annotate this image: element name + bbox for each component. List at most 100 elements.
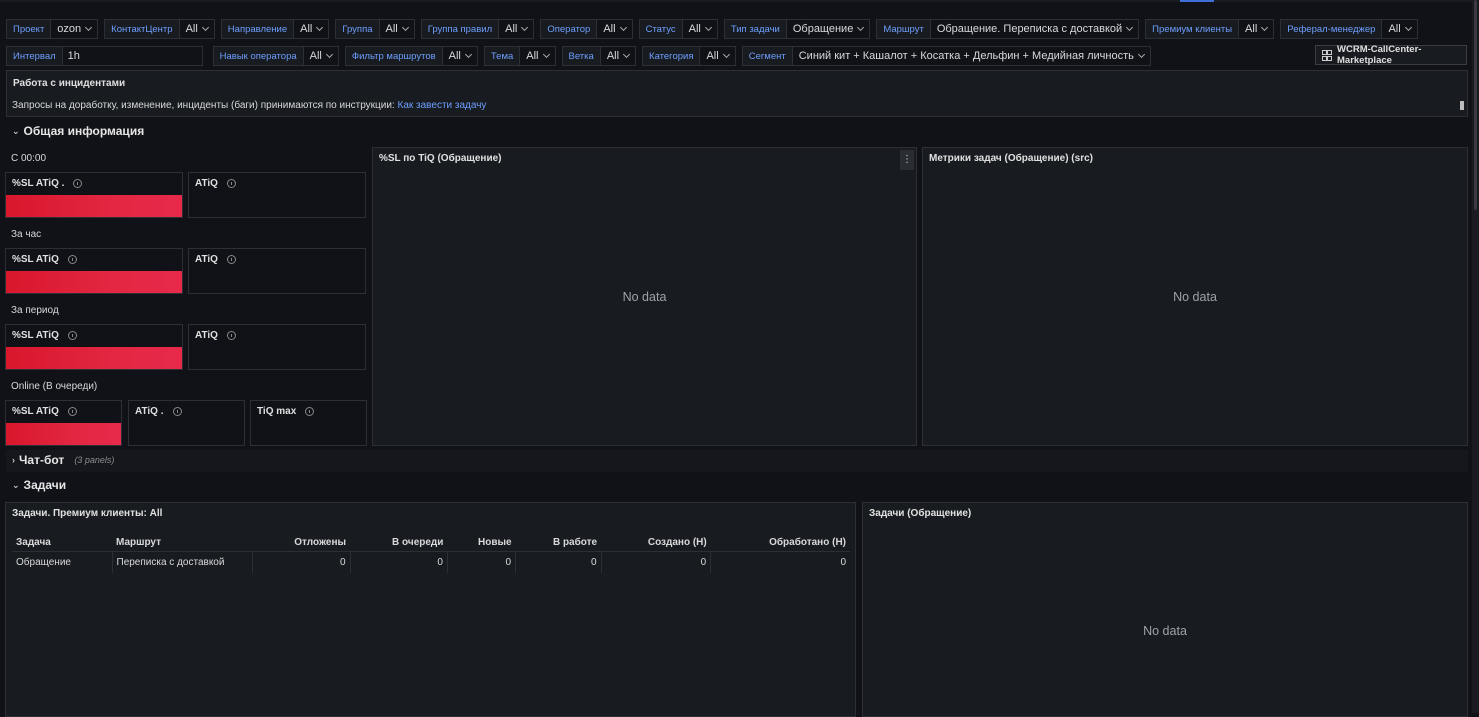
- info-text: Запросы на доработку, изменение, инциден…: [12, 100, 487, 111]
- var-operator-skill[interactable]: Навык оператора All: [212, 46, 339, 66]
- col-in-queue[interactable]: В очереди: [350, 533, 448, 552]
- stat-label-period: За период: [11, 305, 59, 316]
- stat-atiq-period: ATiQ: [188, 324, 366, 370]
- info-icon[interactable]: [67, 331, 77, 340]
- panel-tasks-chart: Задачи (Обращение) No data: [862, 502, 1468, 717]
- chevron-down-icon: [201, 23, 209, 32]
- section-chatbot-bar[interactable]: [6, 450, 1468, 472]
- info-icon[interactable]: [305, 407, 315, 416]
- var-premium-clients[interactable]: Премиум клиенты All: [1145, 19, 1275, 39]
- var-interval[interactable]: Интервал 1h: [6, 46, 203, 66]
- active-tab-indicator: [1180, 0, 1214, 2]
- stat-atiq-since: ATiQ: [188, 172, 366, 218]
- top-strip: [0, 0, 1479, 2]
- col-created[interactable]: Создано (Н): [601, 533, 711, 552]
- panel-scrollbar[interactable]: [1460, 101, 1464, 110]
- var-contact-center[interactable]: КонтактЦентр All: [104, 19, 215, 39]
- no-data-text: No data: [1143, 624, 1187, 638]
- col-in-progress[interactable]: В работе: [515, 533, 602, 552]
- info-icon[interactable]: [226, 331, 236, 340]
- section-chatbot[interactable]: › Чат-бот (3 panels): [12, 453, 114, 467]
- var-category[interactable]: Категория All: [642, 46, 736, 66]
- col-route[interactable]: Маршрут: [112, 533, 252, 552]
- col-processed[interactable]: Обработано (Н): [710, 533, 850, 552]
- tasks-table: Задача Маршрут Отложены В очереди Новые …: [12, 533, 850, 573]
- section-tasks[interactable]: ⌄ Задачи: [12, 478, 66, 492]
- stat-sl-atiq-since: %SL ATiQ .: [5, 172, 183, 218]
- chevron-down-icon: [85, 23, 93, 32]
- panel-sl-by-tiq: %SL по TiQ (Обращение) ⋮ No data: [372, 147, 917, 446]
- var-topic[interactable]: Тема All: [483, 46, 556, 66]
- stat-label-hour: За час: [11, 229, 42, 240]
- panel-title: Задачи (Обращение): [869, 508, 972, 519]
- var-branch[interactable]: Ветка All: [561, 46, 637, 66]
- col-postponed[interactable]: Отложены: [252, 533, 351, 552]
- var-task-type[interactable]: Тип задачи Обращение: [723, 19, 871, 39]
- variables-row-1: Проект ozon КонтактЦентр All Направление Al…: [6, 18, 1424, 40]
- table-row: Обращение Переписка с доставкой 0 0 0 0 …: [12, 551, 850, 573]
- create-task-link[interactable]: Как завести задачу: [398, 100, 487, 111]
- section-general[interactable]: ⌄ Общая информация: [12, 124, 144, 138]
- dashboard-link-button[interactable]: WCRM-CallCenter-Marketplace: [1315, 44, 1467, 66]
- chevron-down-icon: [1137, 50, 1145, 59]
- panel-menu-icon[interactable]: ⋮: [900, 150, 914, 170]
- var-route[interactable]: Маршрут Обращение. Переписка с доставкой: [876, 19, 1140, 39]
- stat-label-online: Online (В очереди): [11, 381, 98, 392]
- incidents-info-panel: Работа с инцидентами Запросы на доработк…: [6, 70, 1468, 117]
- col-new[interactable]: Новые: [447, 533, 516, 552]
- panel-title: Метрики задач (Обращение) (src): [929, 153, 1093, 164]
- var-direction[interactable]: Направление All: [220, 19, 330, 39]
- info-icon[interactable]: [226, 179, 236, 188]
- panel-title: Работа с инцидентами: [13, 78, 126, 89]
- interval-input[interactable]: 1h: [62, 46, 203, 66]
- no-data-text: No data: [622, 289, 667, 304]
- info-icon[interactable]: [67, 255, 77, 264]
- chevron-down-icon: [542, 50, 550, 59]
- page-scrollbar[interactable]: [1472, 0, 1479, 713]
- chevron-down-icon: [401, 23, 409, 32]
- var-route-filter[interactable]: Фильтр маршрутов All: [344, 46, 478, 66]
- stat-sl-atiq-hour: %SL ATiQ: [5, 248, 183, 294]
- chevron-down-icon: [619, 23, 627, 32]
- chevron-down-icon: [704, 23, 712, 32]
- table-cell: Переписка с доставкой: [112, 551, 253, 573]
- sl-value-fill: [6, 195, 182, 217]
- info-icon[interactable]: [226, 255, 236, 264]
- stat-tiq-max-online: TiQ max: [250, 400, 367, 446]
- var-referral-manager[interactable]: Реферал-менеджер All: [1280, 19, 1418, 39]
- chevron-down-icon: ⌄: [12, 479, 20, 490]
- var-project[interactable]: Проект ozon: [6, 19, 99, 39]
- var-operator[interactable]: Оператор All: [540, 19, 633, 39]
- chevron-down-icon: [464, 50, 472, 59]
- panel-title: Задачи. Премиум клиенты: All: [12, 508, 163, 519]
- var-segment[interactable]: Сегмент Синий кит + Кашалот + Косатка + Д…: [741, 46, 1151, 66]
- sl-value-fill: [6, 347, 182, 369]
- chevron-down-icon: [1126, 23, 1134, 32]
- chevron-down-icon: [316, 23, 324, 32]
- stat-label-since: С 00:00: [11, 153, 47, 164]
- table-cell: Обращение: [12, 551, 113, 573]
- sl-value-fill: [6, 271, 182, 293]
- info-icon[interactable]: [172, 407, 182, 416]
- dashboard-grid-icon: [1322, 49, 1332, 61]
- variables-row-2: Интервал 1h Навык оператора All Фильтр мар…: [6, 45, 1157, 67]
- var-group[interactable]: Группа All: [335, 19, 415, 39]
- table-cell: 0: [350, 551, 448, 573]
- chevron-down-icon: [325, 50, 333, 59]
- chevron-down-icon: ⌄: [12, 125, 20, 136]
- sl-value-fill: [6, 423, 121, 445]
- table-cell: 0: [252, 551, 351, 573]
- var-rule-group[interactable]: Группа правил All: [420, 19, 535, 39]
- info-icon[interactable]: [67, 407, 77, 416]
- table-cell: 0: [515, 551, 602, 573]
- col-task[interactable]: Задача: [12, 533, 112, 552]
- chevron-down-icon: [722, 50, 730, 59]
- chevron-down-icon: [521, 23, 529, 32]
- var-status[interactable]: Статус All: [638, 19, 718, 39]
- stat-sl-atiq-period: %SL ATiQ: [5, 324, 183, 370]
- chevron-down-icon: [1261, 23, 1269, 32]
- chevron-right-icon: ›: [12, 455, 15, 465]
- panel-tasks-table: Задачи. Премиум клиенты: All Задача Марш…: [5, 502, 856, 717]
- info-icon[interactable]: [73, 179, 83, 188]
- scrollbar-thumb[interactable]: [1474, 0, 1477, 210]
